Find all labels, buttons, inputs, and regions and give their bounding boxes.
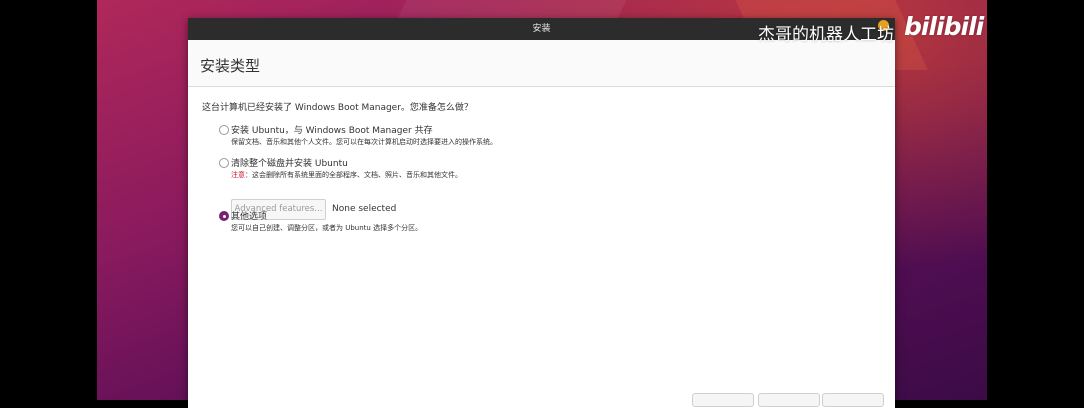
option-description: 保留文档、音乐和其他个人文件。您可以在每次计算机启动时选择要进入的操作系统。 [231, 138, 497, 146]
option-label: 其他选项 [231, 212, 268, 222]
page-title: 安装类型 [200, 57, 261, 75]
radio-install-alongside[interactable] [219, 125, 229, 135]
install-question: 这台计算机已经安装了 Windows Boot Manager。您准备怎么做？ [202, 103, 473, 113]
radio-erase-disk[interactable] [219, 158, 229, 168]
back-button[interactable] [758, 393, 820, 407]
radio-something-else[interactable] [219, 211, 229, 221]
watermark-text: 杰哥的机器人工坊 [758, 25, 894, 45]
quit-button[interactable] [692, 393, 754, 407]
advanced-features-status: None selected [332, 204, 397, 214]
option-description: 注意：这会删除所有系统里面的全部程序、文档、照片、音乐和其他文件。 [231, 170, 462, 180]
bilibili-logo: bilibili [904, 12, 984, 41]
warning-label: 注意 [231, 171, 245, 179]
install-now-button[interactable] [822, 393, 884, 407]
option-description: 您可以自己创建、调整分区，或者为 Ubuntu 选择多个分区。 [231, 224, 423, 232]
window-title: 安装 [532, 24, 551, 34]
option-label: 安装 Ubuntu，与 Windows Boot Manager 共存 [231, 126, 433, 136]
warning-text: ：这会删除所有系统里面的全部程序、文档、照片、音乐和其他文件。 [245, 171, 462, 179]
page-header [188, 40, 895, 87]
option-label: 清除整个磁盘并安装 Ubuntu [231, 159, 348, 169]
